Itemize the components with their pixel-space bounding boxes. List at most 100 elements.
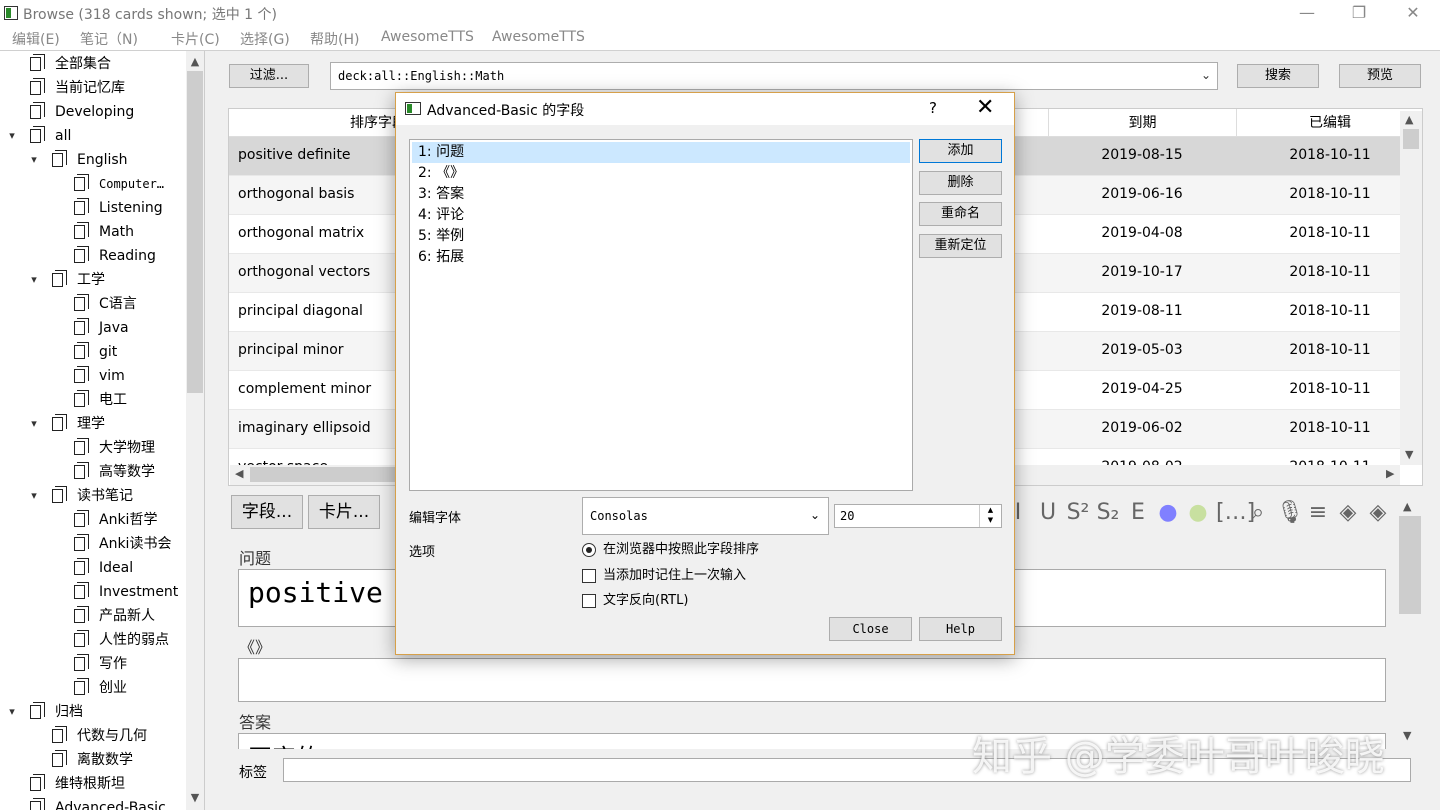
editor-scroll-up-icon[interactable]: ▲ [1403,500,1411,513]
chevron-down-icon[interactable]: ⌄ [810,508,820,522]
sidebar-item[interactable]: ▾ 理学 [0,412,185,436]
field-list-item[interactable]: 2: 《》 [412,163,910,184]
fields-button[interactable]: 字段... [231,495,303,529]
add-field-button[interactable]: 添加 [919,139,1002,163]
sidebar-item[interactable]: 人性的弱点 [0,628,185,652]
sidebar-item[interactable]: Java [0,316,185,340]
sidebar-item[interactable]: 全部集合 [0,52,185,76]
dialog-help-button[interactable]: Help [919,617,1002,641]
sidebar-item[interactable]: ▾ 读书笔记 [0,484,185,508]
rename-field-button[interactable]: 重命名 [919,202,1002,226]
subscript-icon[interactable]: S₂ [1096,500,1120,526]
reposition-field-button[interactable]: 重新定位 [919,234,1002,258]
table-vscroll-thumb[interactable] [1403,129,1419,149]
font-size-spinbox[interactable]: 20 ▲ ▼ [834,504,1002,528]
dialog-help-icon[interactable]: ? [929,99,937,117]
table-scroll-down-icon[interactable]: ▼ [1405,448,1413,461]
field-list-item[interactable]: 3: 答案 [412,184,910,205]
sidebar-item[interactable]: Math [0,220,185,244]
table-vertical-scrollbar[interactable] [1400,111,1422,465]
sidebar-item[interactable]: ▾ all [0,124,185,148]
maximize-button[interactable]: ❐ [1336,2,1382,24]
field-list-item[interactable]: 1: 问题 [412,142,910,163]
sidebar-item[interactable]: 代数与几何 [0,724,185,748]
field-list-item[interactable]: 5: 举例 [412,226,910,247]
column-header-due[interactable]: 到期 [1049,109,1237,137]
sidebar-item[interactable]: 高等数学 [0,460,185,484]
cloze-icon[interactable]: […] [1216,500,1255,526]
sidebar-item[interactable]: Computer… [0,172,185,196]
sidebar-item[interactable]: Listening [0,196,185,220]
sidebar-item[interactable]: vim [0,364,185,388]
menu-cards[interactable]: 卡片(C) [171,29,220,49]
attach-icon[interactable]: ⌕ [1246,500,1270,526]
filter-button[interactable]: 过滤... [229,64,309,88]
column-header-edited[interactable]: 已编辑 [1237,109,1422,137]
menu-notes[interactable]: 笔记（N) [80,29,138,49]
tree-expand-icon[interactable]: ▾ [26,484,42,508]
checkbox-icon[interactable] [582,594,596,608]
dialog-close-button[interactable]: Close [829,617,912,641]
sidebar-scroll-up-icon[interactable]: ▲ [186,53,204,71]
more-icon[interactable]: ≡ [1306,500,1330,526]
cards-button[interactable]: 卡片... [308,495,380,529]
sidebar-item[interactable]: Advanced-Basic [0,796,185,810]
sidebar-scroll-thumb[interactable] [187,71,203,393]
editor-scroll-thumb[interactable] [1399,516,1421,614]
menu-help[interactable]: 帮助(H) [310,29,359,49]
superscript-icon[interactable]: S² [1066,500,1090,526]
table-scroll-right-icon[interactable]: ▶ [1386,467,1394,480]
sidebar-item[interactable]: Reading [0,244,185,268]
sidebar-item[interactable]: Developing [0,100,185,124]
sidebar-item[interactable]: Anki哲学 [0,508,185,532]
tree-expand-icon[interactable]: ▾ [4,700,20,724]
clear-format-icon[interactable]: E [1126,500,1150,526]
highlight-color-icon[interactable]: ● [1186,500,1210,526]
record-icon[interactable]: 🎙 [1276,500,1304,526]
field-list-item[interactable]: 6: 拓展 [412,247,910,268]
eraser2-icon[interactable]: ◈ [1366,500,1390,526]
table-hscroll-thumb[interactable] [250,467,410,482]
menu-awesometts-1[interactable]: AwesomeTTS [381,29,474,45]
eraser-icon[interactable]: ◈ [1336,500,1360,526]
tree-expand-icon[interactable]: ▾ [26,412,42,436]
sidebar-item[interactable]: ▾ 工学 [0,268,185,292]
sidebar-item[interactable]: 大学物理 [0,436,185,460]
field-editor-brackets[interactable] [238,658,1386,702]
sidebar-item[interactable]: ▾ English [0,148,185,172]
sidebar-item[interactable]: C语言 [0,292,185,316]
search-button[interactable]: 搜索 [1237,64,1319,88]
sidebar-scroll-down-icon[interactable]: ▼ [186,789,204,807]
minimize-button[interactable]: — [1284,2,1330,24]
menu-awesometts-2[interactable]: AwesomeTTS [492,29,585,45]
search-combo[interactable]: deck:all::English::Math ⌄ [330,62,1218,90]
sidebar-item[interactable]: Ideal [0,556,185,580]
sidebar-item[interactable]: 离散数学 [0,748,185,772]
tree-expand-icon[interactable]: ▾ [26,268,42,292]
sidebar-item[interactable]: 创业 [0,676,185,700]
dialog-close-icon[interactable]: ✕ [976,95,994,120]
close-window-button[interactable]: ✕ [1390,2,1436,24]
delete-field-button[interactable]: 删除 [919,171,1002,195]
table-scroll-up-icon[interactable]: ▲ [1405,113,1413,126]
menu-select[interactable]: 选择(G) [240,29,290,49]
sidebar-item[interactable]: 维特根斯坦 [0,772,185,796]
text-color-icon[interactable]: ● [1156,500,1180,526]
preview-button[interactable]: 预览 [1339,64,1421,88]
underline-icon[interactable]: U [1036,500,1060,526]
spin-arrows-icon[interactable]: ▲ ▼ [979,505,1001,527]
font-select[interactable]: Consolas ⌄ [582,497,829,535]
radio-checked-icon[interactable] [582,543,596,557]
editor-scroll-down-icon[interactable]: ▼ [1403,729,1411,742]
sidebar-item[interactable]: Investment [0,580,185,604]
sidebar-item[interactable]: 写作 [0,652,185,676]
table-scroll-left-icon[interactable]: ◀ [235,467,243,480]
sidebar-item[interactable]: 当前记忆库 [0,76,185,100]
chevron-down-icon[interactable]: ⌄ [1201,68,1211,82]
tree-expand-icon[interactable]: ▾ [4,124,20,148]
sidebar-item[interactable]: Anki读书会 [0,532,185,556]
tree-expand-icon[interactable]: ▾ [26,148,42,172]
sidebar-item[interactable]: 电工 [0,388,185,412]
sidebar-item[interactable]: 产品新人 [0,604,185,628]
checkbox-icon[interactable] [582,569,596,583]
